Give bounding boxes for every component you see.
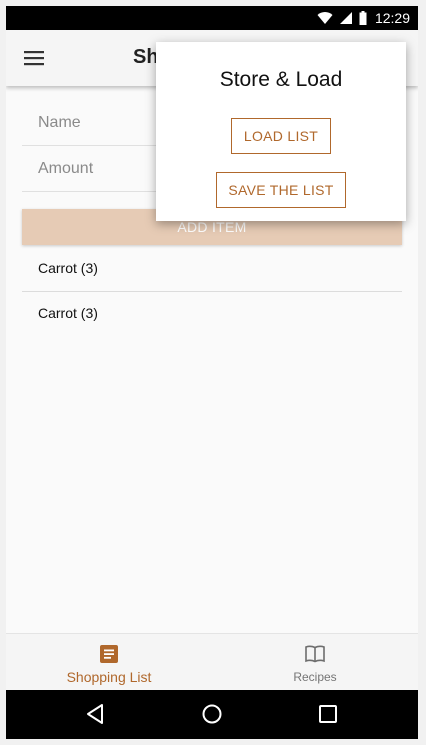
- shopping-list: Carrot (3) Carrot (3): [22, 247, 402, 337]
- bottom-navigation: Shopping List Recipes: [6, 633, 418, 690]
- nav-recipes-label: Recipes: [293, 670, 337, 684]
- cell-signal-icon: [339, 12, 352, 24]
- nav-recipes[interactable]: Recipes: [212, 634, 418, 691]
- page-title: Sh: [133, 46, 159, 68]
- nav-shopping-list[interactable]: Shopping List: [6, 634, 212, 691]
- list-item[interactable]: Carrot (3): [22, 247, 402, 292]
- store-load-popup: Store & Load LOAD LIST SAVE THE LIST: [156, 42, 406, 221]
- amount-label: Amount: [38, 160, 94, 177]
- wifi-icon: [317, 12, 333, 24]
- phone-screen: 12:29 Sh Name Amount ADD ITEM Carrot (3)…: [6, 6, 418, 739]
- hamburger-menu-icon[interactable]: [22, 46, 46, 70]
- list-item[interactable]: Carrot (3): [22, 292, 402, 337]
- battery-icon: [359, 11, 367, 25]
- load-list-button[interactable]: LOAD LIST: [231, 118, 331, 154]
- recents-icon[interactable]: [317, 703, 339, 725]
- name-label: Name: [38, 114, 81, 131]
- status-icons: 12:29: [317, 6, 410, 30]
- back-icon[interactable]: [85, 703, 107, 725]
- list-document-icon: [100, 645, 118, 663]
- status-bar: 12:29: [6, 6, 418, 30]
- status-time: 12:29: [374, 10, 410, 26]
- save-list-button[interactable]: SAVE THE LIST: [216, 172, 346, 208]
- home-icon[interactable]: [201, 703, 223, 725]
- popup-title: Store & Load: [219, 68, 343, 91]
- system-navigation-bar: [6, 690, 418, 739]
- open-book-icon: [305, 645, 325, 663]
- nav-shopping-list-label: Shopping List: [66, 669, 152, 685]
